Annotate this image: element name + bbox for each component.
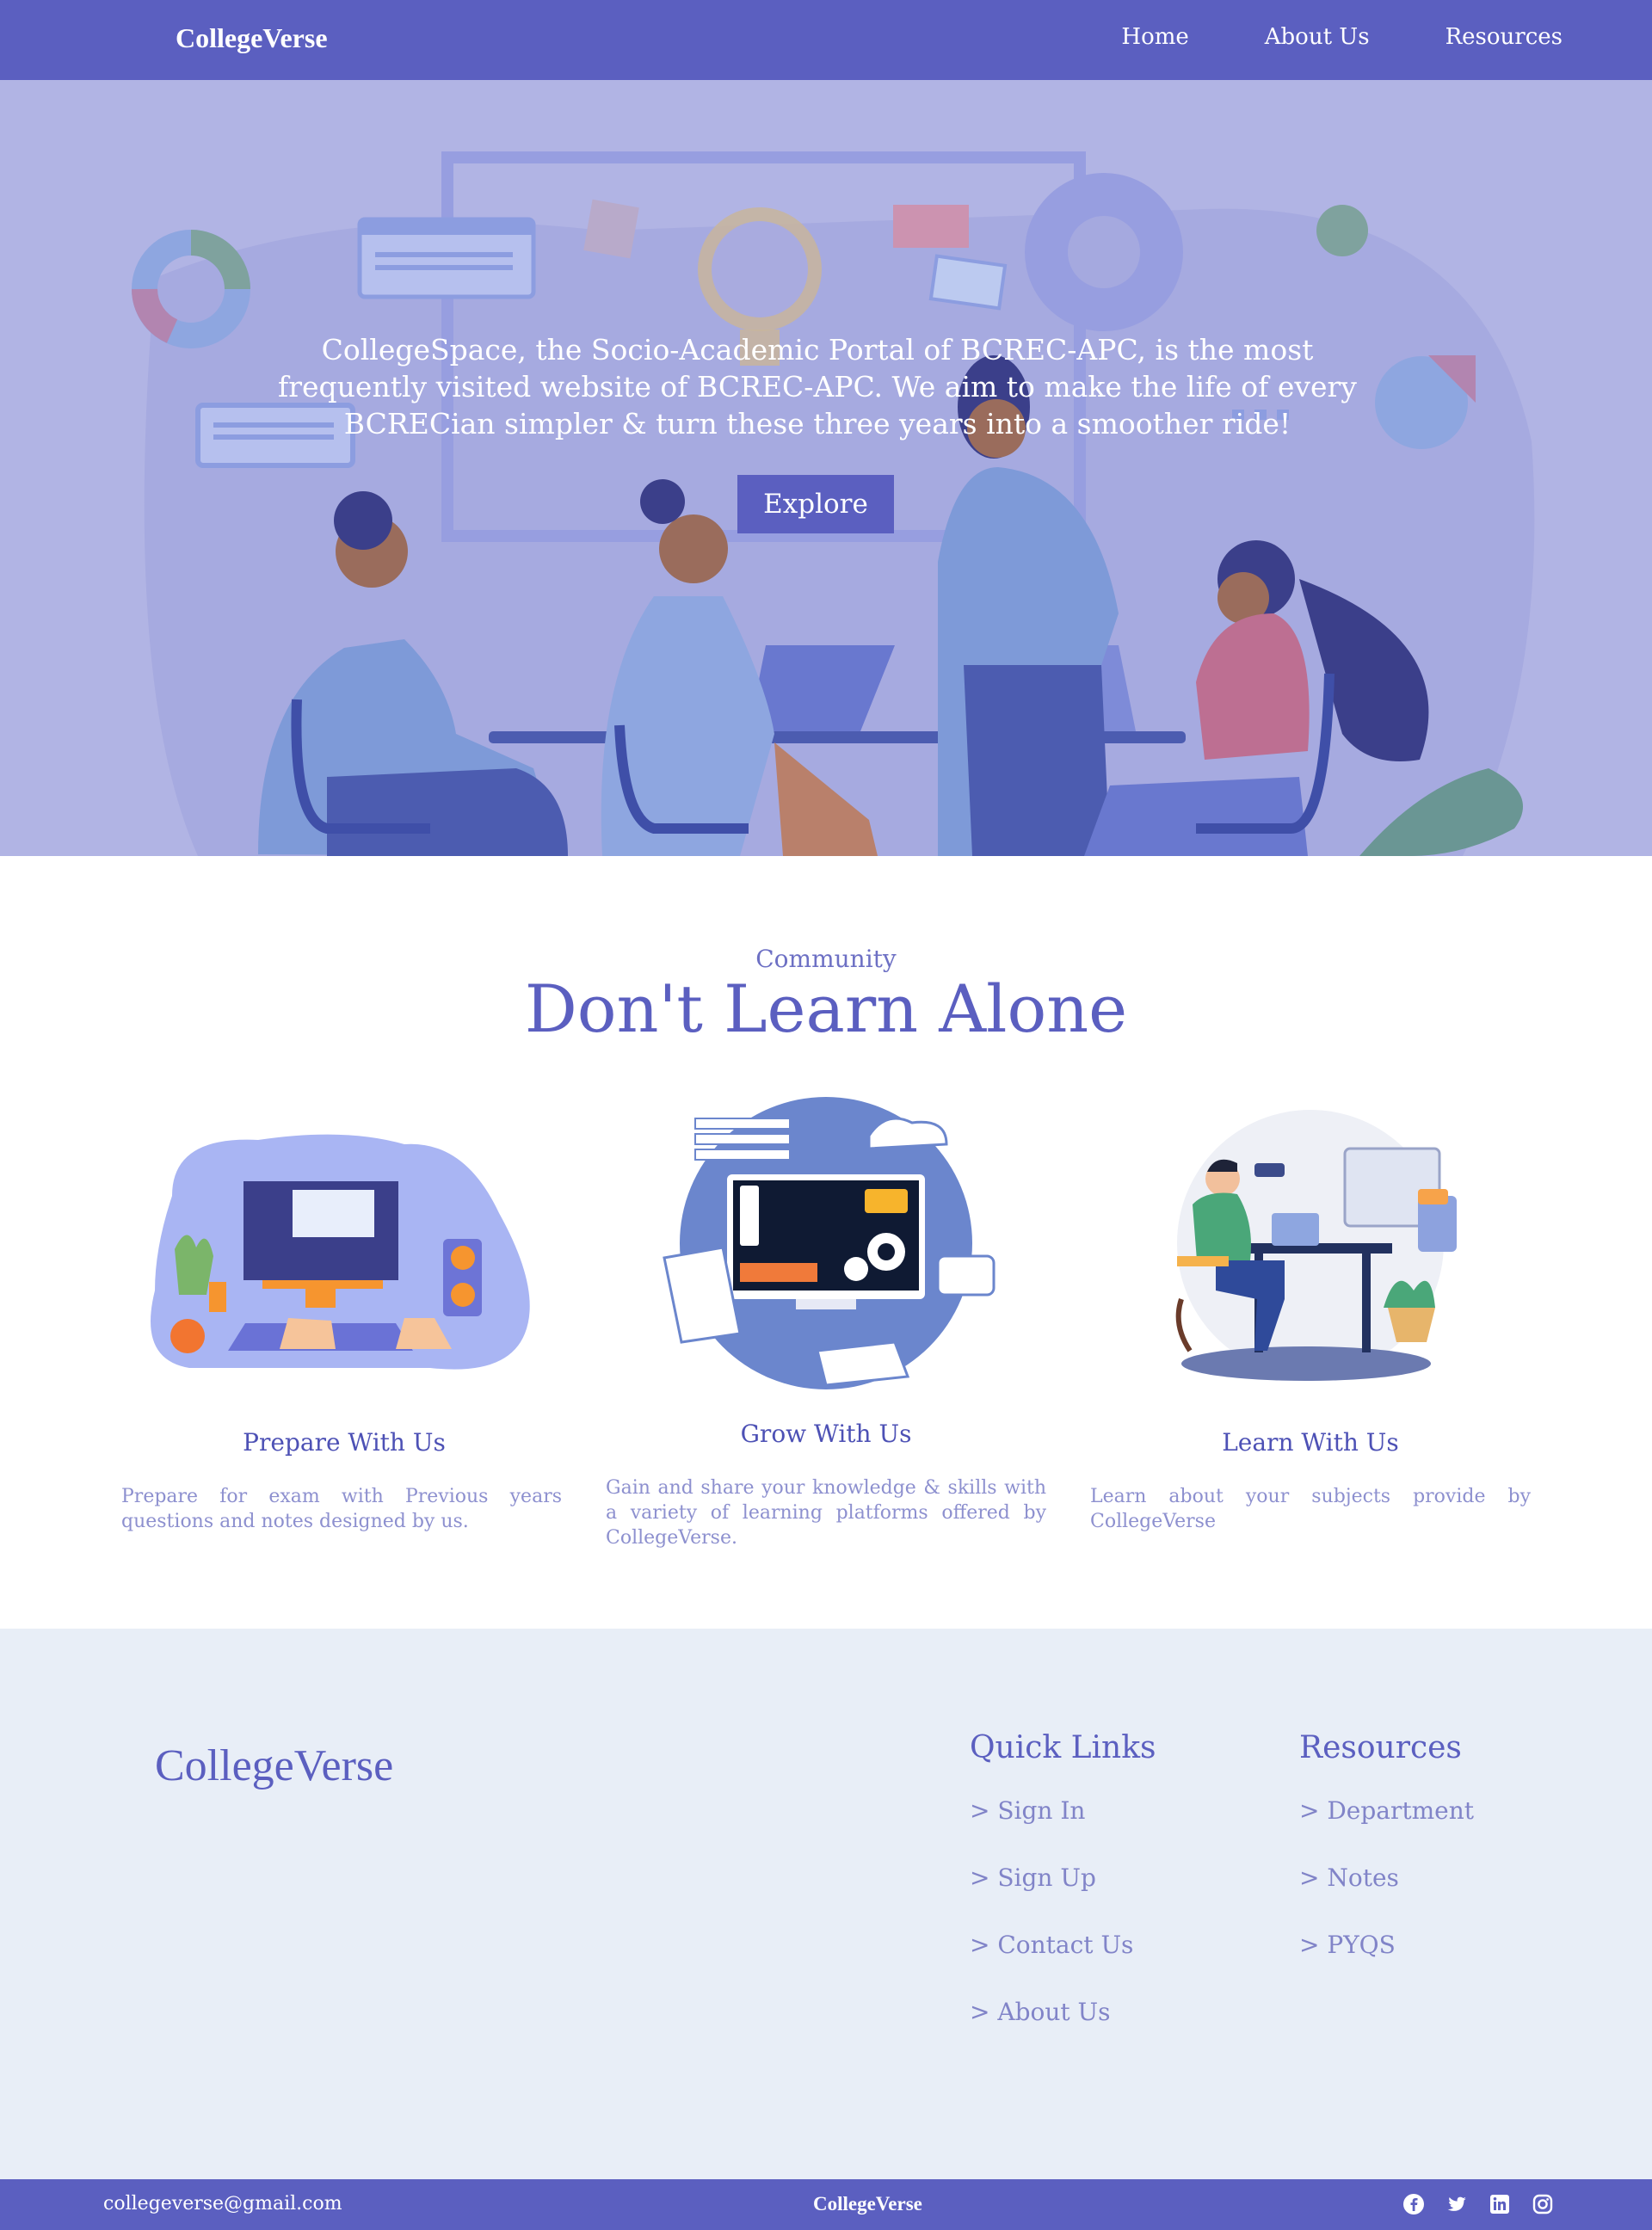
footer-link-sign-up[interactable]: > Sign Up (970, 1863, 1156, 1931)
footer-link-sign-in[interactable]: > Sign In (970, 1796, 1156, 1863)
hero-description: CollegeSpace, the Socio-Academic Portal … (278, 333, 1357, 440)
instagram-icon[interactable] (1532, 2193, 1554, 2215)
resources-heading: Resources (1299, 1730, 1462, 1765)
student-desk-illustration (1175, 1110, 1457, 1381)
feature-card-learn: Learn With Us Learn about your subjects … (1087, 1093, 1534, 1557)
footer-link-about-us[interactable]: > About Us (970, 1998, 1156, 2065)
desk-computer-illustration (151, 1134, 530, 1370)
feature-title: Learn With Us (1222, 1428, 1399, 1457)
twitter-icon[interactable] (1446, 2193, 1468, 2215)
footer-brand[interactable]: CollegeVerse (155, 1740, 393, 1791)
bottom-bar: collegeverse@gmail.com CollegeVerse (0, 2179, 1652, 2230)
contact-email[interactable]: collegeverse@gmail.com (103, 2193, 342, 2215)
feature-description: Prepare for exam with Previous years que… (121, 1486, 562, 1532)
nav-link-home[interactable]: Home (1121, 24, 1188, 50)
feature-card-prepare: Prepare With Us Prepare for exam with Pr… (120, 1093, 568, 1557)
footer: CollegeVerse Quick Links > Sign In > Sig… (0, 1629, 1652, 2179)
section-subtitle: Community (755, 945, 897, 973)
footer-link-notes[interactable]: > Notes (1299, 1863, 1474, 1931)
section-title: Don't Learn Alone (524, 970, 1128, 1047)
feature-description: Learn about your subjects provide by Col… (1090, 1486, 1531, 1532)
feature-description: Gain and share your knowledge & skills w… (606, 1477, 1046, 1549)
nav-link-about-us[interactable]: About Us (1265, 24, 1370, 50)
bottom-brand: CollegeVerse (813, 2193, 922, 2215)
nav-link-resources[interactable]: Resources (1446, 24, 1563, 50)
brand-logo[interactable]: CollegeVerse (176, 22, 328, 54)
feature-title: Grow With Us (740, 1420, 912, 1448)
footer-link-department[interactable]: > Department (1299, 1796, 1474, 1863)
footer-quick-links: Quick Links > Sign In > Sign Up > Contac… (970, 1730, 1156, 2065)
navbar: CollegeVerse Home About Us Resources (0, 0, 1652, 80)
explore-button[interactable]: Explore (737, 475, 894, 533)
footer-link-pyqs[interactable]: > PYQS (1299, 1931, 1474, 1998)
footer-link-contact-us[interactable]: > Contact Us (970, 1931, 1156, 1998)
hero-section: CollegeSpace, the Socio-Academic Portal … (0, 80, 1652, 856)
nav-links: Home About Us Resources (1121, 24, 1563, 50)
feature-card-grow: Grow With Us Gain and share your knowled… (602, 1093, 1050, 1557)
social-links (1402, 2193, 1554, 2215)
hero-illustration (132, 151, 1535, 856)
quick-links-heading: Quick Links (970, 1730, 1156, 1765)
feature-title: Prepare With Us (243, 1428, 446, 1457)
facebook-icon[interactable] (1402, 2193, 1425, 2215)
linkedin-icon[interactable] (1489, 2193, 1511, 2215)
footer-resources: Resources > Department > Notes > PYQS (1299, 1730, 1474, 1998)
monitor-gears-illustration (663, 1097, 996, 1389)
